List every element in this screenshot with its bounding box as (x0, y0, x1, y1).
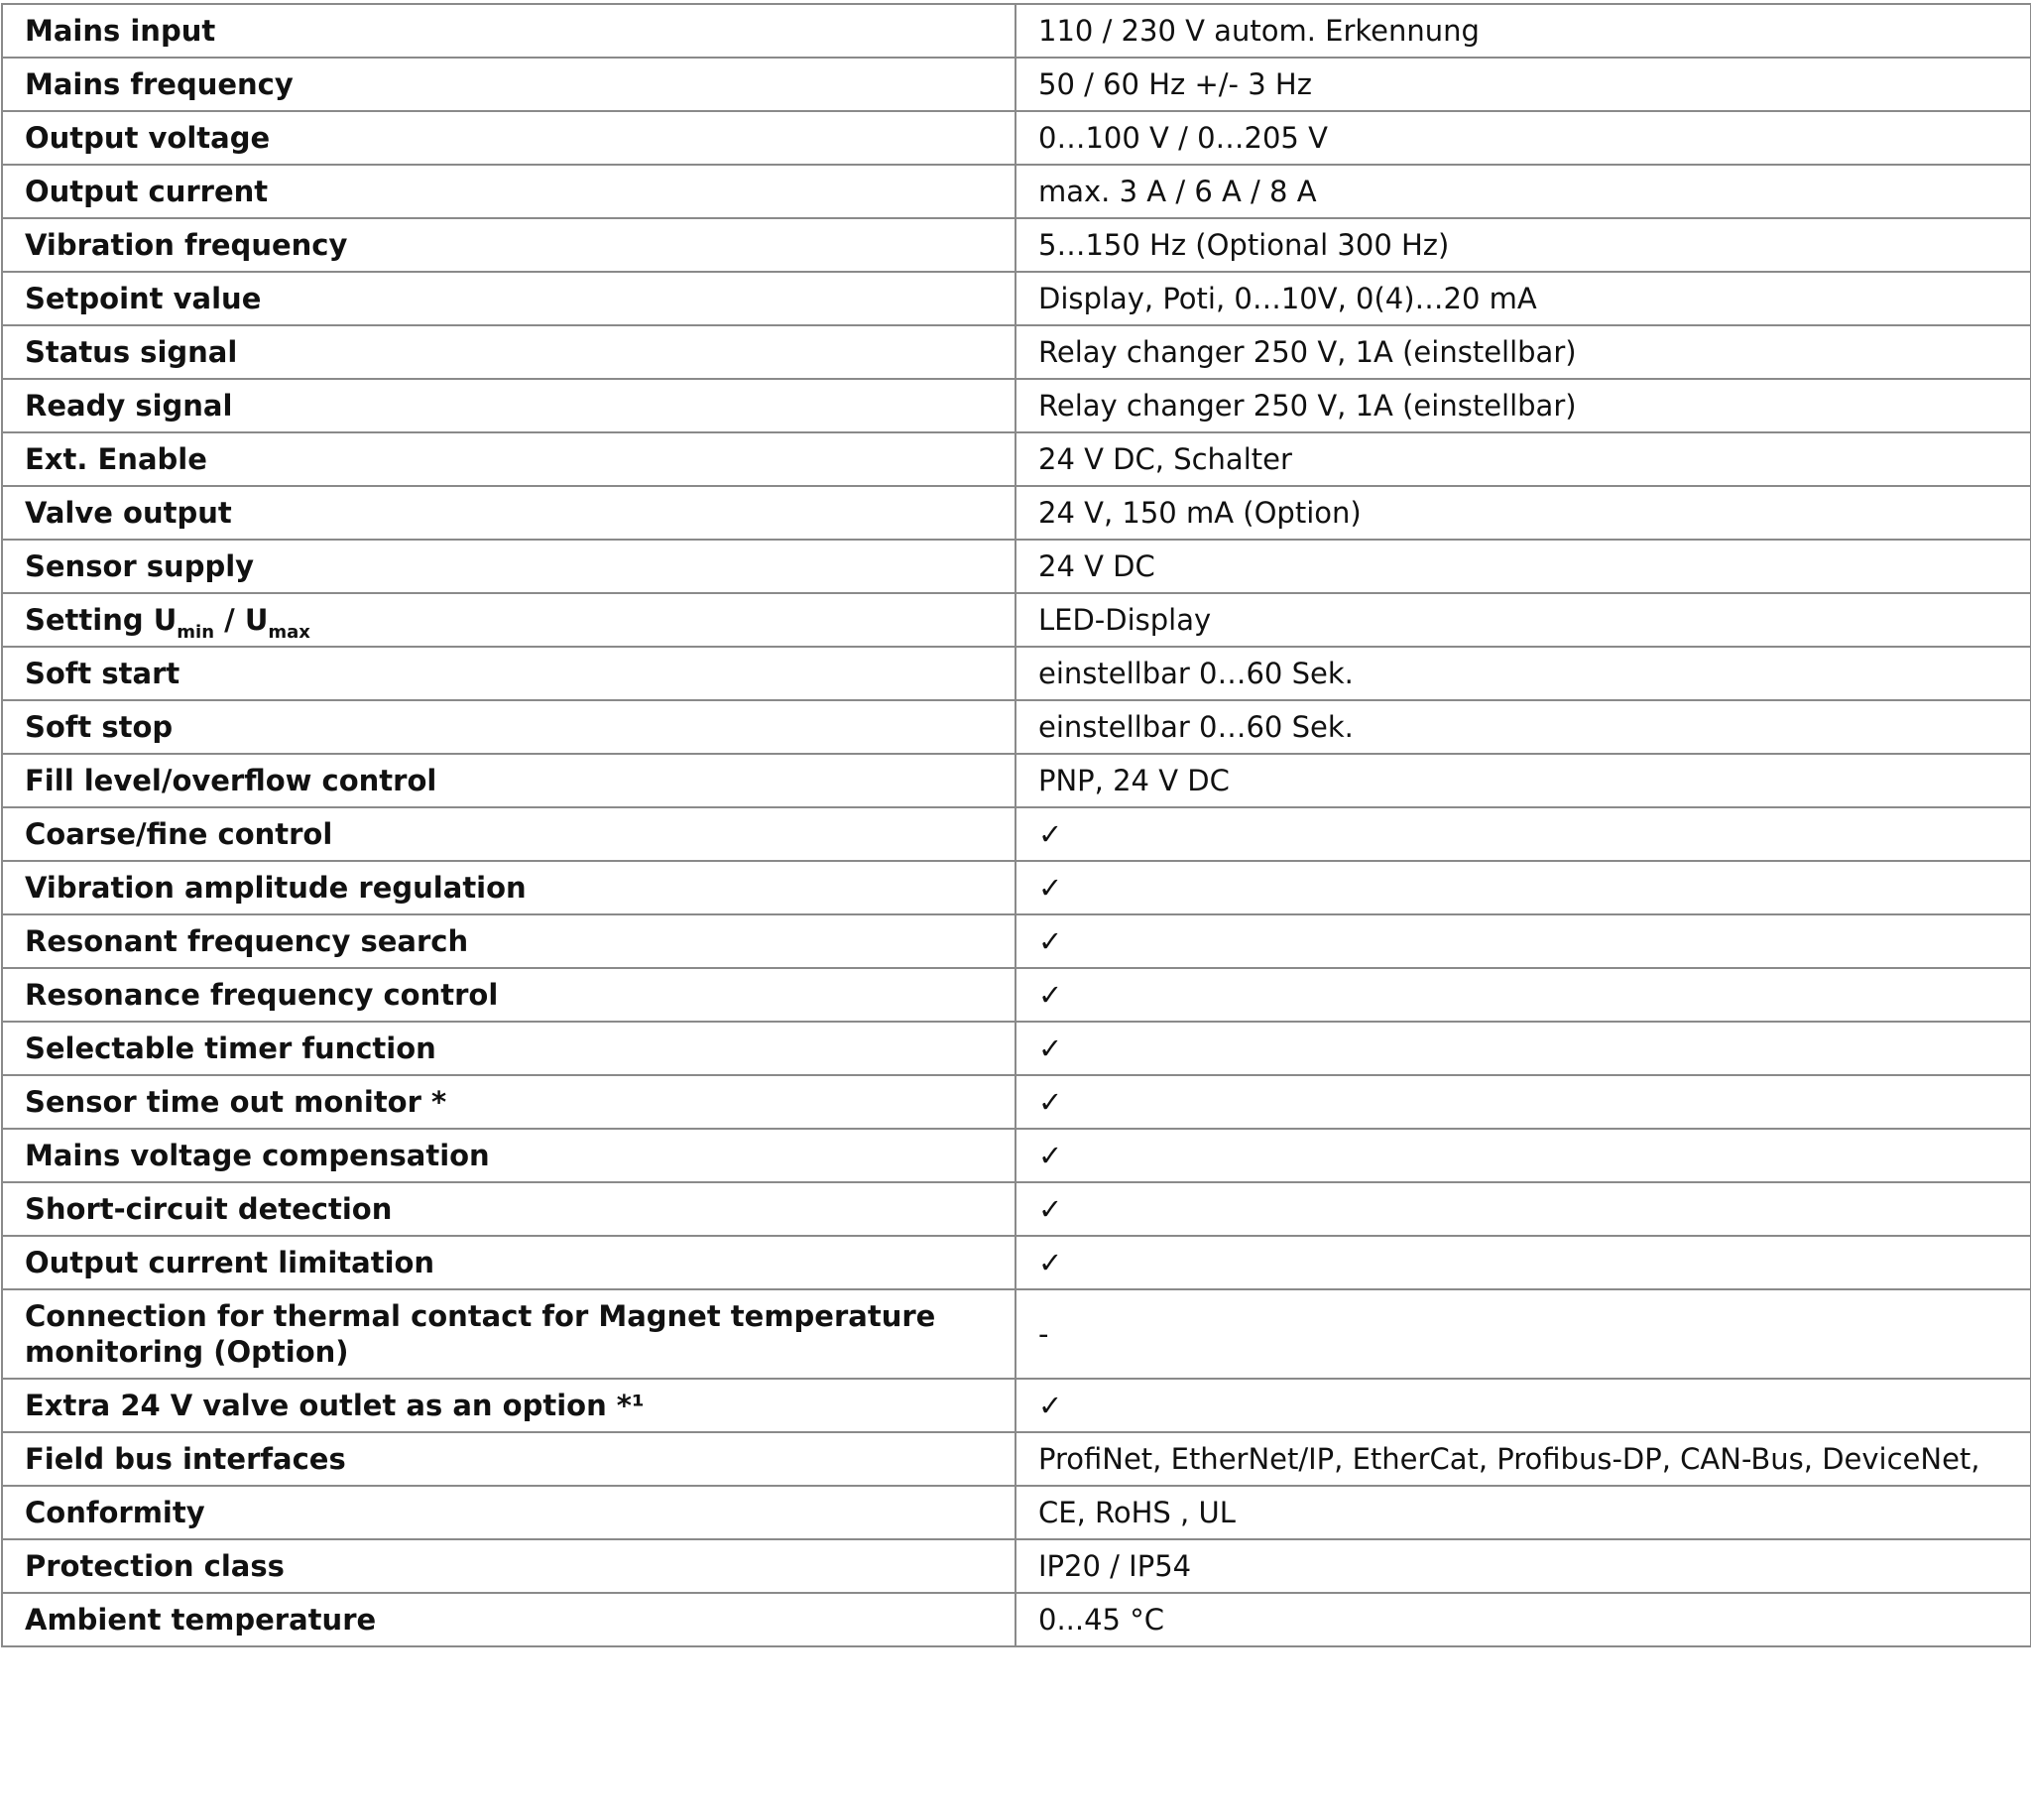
spec-label: Extra 24 V valve outlet as an option *¹ (1, 1378, 1016, 1433)
table-row: Mains voltage compensation ✓ (1, 1128, 2031, 1183)
spec-label: Selectable timer function (1, 1021, 1016, 1076)
spec-value: einstellbar 0…60 Sek. (1015, 646, 2031, 701)
spec-label: Vibration frequency (1, 217, 1016, 273)
check-icon: ✓ (1015, 1074, 2031, 1130)
spec-label: Ready signal (1, 378, 1016, 433)
check-icon: ✓ (1015, 1181, 2031, 1237)
label-text: / U (214, 603, 269, 637)
table-row: Vibration amplitude regulation ✓ (1, 860, 2031, 915)
table-row: Soft stop einstellbar 0…60 Sek. (1, 699, 2031, 755)
spec-value: 0…100 V / 0…205 V (1015, 110, 2031, 166)
spec-label: Mains frequency (1, 57, 1016, 112)
table-row: Coarse/fine control ✓ (1, 806, 2031, 862)
check-icon: ✓ (1015, 1021, 2031, 1076)
spec-label: Ext. Enable (1, 431, 1016, 487)
table-row: Output current limitation ✓ (1, 1235, 2031, 1290)
table-row: Status signal Relay changer 250 V, 1A (e… (1, 324, 2031, 380)
spec-value: CE, RoHS , UL (1015, 1485, 2031, 1540)
spec-label: Sensor supply (1, 539, 1016, 594)
table-row: Valve output 24 V, 150 mA (Option) (1, 485, 2031, 541)
specifications-table: Mains input 110 / 230 V autom. Erkennung… (1, 3, 2031, 1647)
spec-label: Output voltage (1, 110, 1016, 166)
table-row: Resonant frequency search ✓ (1, 913, 2031, 969)
spec-value: 50 / 60 Hz +/- 3 Hz (1015, 57, 2031, 112)
spec-label: Ambient temperature (1, 1592, 1016, 1647)
spec-value: PNP, 24 V DC (1015, 753, 2031, 808)
table-row: Soft start einstellbar 0…60 Sek. (1, 646, 2031, 701)
spec-label: Output current limitation (1, 1235, 1016, 1290)
spec-label: Fill level/overflow control (1, 753, 1016, 808)
spec-value: 24 V, 150 mA (Option) (1015, 485, 2031, 541)
spec-label: Setting Umin / Umax (1, 592, 1016, 648)
spec-value: 110 / 230 V autom. Erkennung (1015, 3, 2031, 59)
spec-value: 5…150 Hz (Optional 300 Hz) (1015, 217, 2031, 273)
table-row: Resonance frequency control ✓ (1, 967, 2031, 1023)
spec-label: Field bus interfaces (1, 1431, 1016, 1487)
spec-label: Connection for thermal contact for Magne… (1, 1288, 1016, 1380)
spec-value: Display, Poti, 0…10V, 0(4)…20 mA (1015, 271, 2031, 326)
subscript-min: min (177, 622, 215, 643)
spec-value: max. 3 A / 6 A / 8 A (1015, 164, 2031, 219)
table-row: Ready signal Relay changer 250 V, 1A (ei… (1, 378, 2031, 433)
spec-label: Conformity (1, 1485, 1016, 1540)
check-icon: ✓ (1015, 1128, 2031, 1183)
spec-value: IP20 / IP54 (1015, 1538, 2031, 1594)
spec-value: Relay changer 250 V, 1A (einstellbar) (1015, 378, 2031, 433)
table-row: Mains frequency 50 / 60 Hz +/- 3 Hz (1, 57, 2031, 112)
spec-label: Short-circuit detection (1, 1181, 1016, 1237)
table-row: Sensor supply 24 V DC (1, 539, 2031, 594)
check-icon: ✓ (1015, 913, 2031, 969)
spec-label: Mains voltage compensation (1, 1128, 1016, 1183)
spec-label: Soft stop (1, 699, 1016, 755)
spec-label: Valve output (1, 485, 1016, 541)
table-row: Mains input 110 / 230 V autom. Erkennung (1, 3, 2031, 59)
spec-label: Output current (1, 164, 1016, 219)
check-icon: ✓ (1015, 967, 2031, 1023)
spec-label: Resonance frequency control (1, 967, 1016, 1023)
table-row: Short-circuit detection ✓ (1, 1181, 2031, 1237)
check-icon: ✓ (1015, 860, 2031, 915)
table-row: Protection class IP20 / IP54 (1, 1538, 2031, 1594)
table-row: Field bus interfaces ProfiNet, EtherNet/… (1, 1431, 2031, 1487)
table-row: Vibration frequency 5…150 Hz (Optional 3… (1, 217, 2031, 273)
spec-label: Soft start (1, 646, 1016, 701)
table-row: Connection for thermal contact for Magne… (1, 1288, 2031, 1380)
table-row: Output current max. 3 A / 6 A / 8 A (1, 164, 2031, 219)
table-row: Setting Umin / Umax LED-Display (1, 592, 2031, 648)
spec-label: Setpoint value (1, 271, 1016, 326)
spec-value: 24 V DC, Schalter (1015, 431, 2031, 487)
spec-value: ProfiNet, EtherNet/IP, EtherCat, Profibu… (1015, 1431, 2031, 1487)
table-row: Ext. Enable 24 V DC, Schalter (1, 431, 2031, 487)
spec-label: Sensor time out monitor * (1, 1074, 1016, 1130)
spec-value: LED-Display (1015, 592, 2031, 648)
check-icon: ✓ (1015, 806, 2031, 862)
spec-label: Protection class (1, 1538, 1016, 1594)
spec-label: Mains input (1, 3, 1016, 59)
table-row: Sensor time out monitor * ✓ (1, 1074, 2031, 1130)
spec-label: Resonant frequency search (1, 913, 1016, 969)
table-row: Conformity CE, RoHS , UL (1, 1485, 2031, 1540)
spec-value: - (1015, 1288, 2031, 1380)
spec-label: Vibration amplitude regulation (1, 860, 1016, 915)
check-icon: ✓ (1015, 1235, 2031, 1290)
table-row: Extra 24 V valve outlet as an option *¹ … (1, 1378, 2031, 1433)
table-row: Output voltage 0…100 V / 0…205 V (1, 110, 2031, 166)
spec-label: Status signal (1, 324, 1016, 380)
spec-value: Relay changer 250 V, 1A (einstellbar) (1015, 324, 2031, 380)
spec-value: 0...45 °C (1015, 1592, 2031, 1647)
table-row: Ambient temperature 0...45 °C (1, 1592, 2031, 1647)
spec-value: 24 V DC (1015, 539, 2031, 594)
table-row: Fill level/overflow control PNP, 24 V DC (1, 753, 2031, 808)
table-row: Selectable timer function ✓ (1, 1021, 2031, 1076)
spec-value: einstellbar 0…60 Sek. (1015, 699, 2031, 755)
table-row: Setpoint value Display, Poti, 0…10V, 0(4… (1, 271, 2031, 326)
label-text: Setting U (25, 603, 178, 637)
subscript-max: max (268, 622, 310, 643)
spec-label: Coarse/fine control (1, 806, 1016, 862)
check-icon: ✓ (1015, 1378, 2031, 1433)
